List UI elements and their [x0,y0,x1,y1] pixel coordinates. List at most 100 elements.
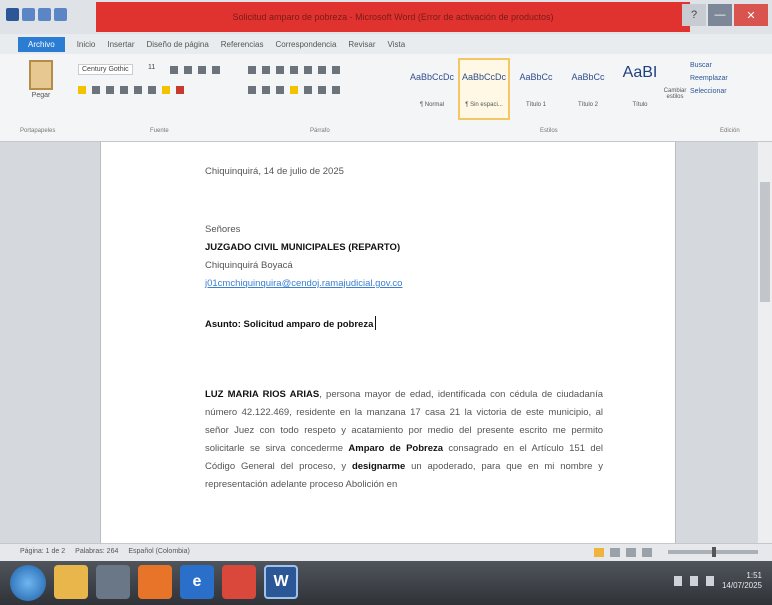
clock-time: 1:51 [746,571,762,580]
shading-icon[interactable] [318,86,326,94]
styles-gallery: AaBbCcDc ¶ Normal AaBbCcDc ¶ Sin espaci.… [408,58,676,122]
group-label-clipboard: Portapapeles [20,128,56,134]
subscript-icon[interactable] [134,86,142,94]
zoom-slider[interactable] [668,547,758,557]
tab-references[interactable]: Referencias [221,40,264,49]
firefox-icon[interactable] [138,565,172,599]
internet-explorer-icon[interactable]: e [180,565,214,599]
highlight-icon[interactable] [162,86,170,94]
align-center-icon[interactable] [262,86,270,94]
recipient-email-link[interactable]: j01cmchiquinquira@cendoj.ramajudicial.go… [205,278,402,289]
scrollbar-thumb[interactable] [760,182,770,302]
clock-date: 14/07/2025 [721,581,762,590]
media-player-icon[interactable] [96,565,130,599]
style-name: Título [632,102,648,108]
align-left-icon[interactable] [248,86,256,94]
align-right-icon[interactable] [276,86,284,94]
line-spacing-icon[interactable] [304,86,312,94]
word-count[interactable]: Palabras: 264 [75,548,118,555]
bold-icon[interactable] [78,86,86,94]
show-marks-icon[interactable] [332,66,340,74]
battery-icon[interactable] [705,576,714,586]
group-label-editing: Edición [720,128,740,134]
find-button[interactable]: Buscar [690,62,766,69]
vertical-scrollbar[interactable] [758,142,772,543]
paragraph-tools-row-2 [248,86,340,94]
language-indicator[interactable]: Español (Colombia) [128,548,189,555]
quick-access-toolbar [6,8,67,21]
replace-button[interactable]: Reemplazar [690,75,766,82]
style-no-spacing[interactable]: AaBbCcDc ¶ Sin espaci... [458,58,510,120]
taskbar: e W 1:51 14/07/2025 [0,561,772,605]
file-explorer-icon[interactable] [54,565,88,599]
font-name-select[interactable]: Century Gothic [78,64,133,75]
page-count[interactable]: Página: 1 de 2 [20,548,65,555]
tab-file[interactable]: Archivo [18,36,65,52]
web-layout-icon[interactable] [626,548,636,557]
tab-page-layout[interactable]: Diseño de página [147,40,209,49]
zoom-slider-handle[interactable] [712,547,716,557]
tab-mailings[interactable]: Correspondencia [275,40,336,49]
save-icon[interactable] [22,8,35,21]
paste-label: Pegar [31,92,51,99]
style-name: Título 2 [577,102,598,108]
full-screen-icon[interactable] [610,548,620,557]
clock[interactable]: 1:51 14/07/2025 [722,571,762,591]
style-title[interactable]: AaBI Título [616,60,664,118]
font-size-select[interactable]: 11 [148,64,155,71]
change-styles-button[interactable]: Cambiar estilos [660,88,690,100]
change-case-icon[interactable] [198,66,206,74]
draft-icon[interactable] [642,548,652,557]
start-button[interactable] [10,565,46,601]
word-taskbar-icon[interactable]: W [264,565,298,599]
strikethrough-icon[interactable] [120,86,128,94]
redo-icon[interactable] [54,8,67,21]
shrink-font-icon[interactable] [184,66,192,74]
close-button[interactable]: ✕ [734,4,768,26]
body-bold-1: Amparo de Pobreza [348,443,444,454]
decrease-indent-icon[interactable] [290,66,298,74]
select-button[interactable]: Seleccionar [690,88,766,95]
window-controls: ? — ✕ [682,4,768,26]
tab-insert[interactable]: Insertar [107,40,134,49]
borders-icon[interactable] [332,86,340,94]
style-name: ¶ Sin espaci... [465,102,503,108]
clipboard-icon [29,60,53,90]
style-normal[interactable]: AaBbCcDc ¶ Normal [408,60,456,118]
sort-icon[interactable] [318,66,326,74]
numbering-icon[interactable] [262,66,270,74]
network-icon[interactable] [673,576,682,586]
tab-review[interactable]: Revisar [348,40,375,49]
grow-font-icon[interactable] [170,66,178,74]
undo-icon[interactable] [38,8,51,21]
recipient: JUZGADO CIVIL MUNICIPALES (REPARTO) [205,242,401,253]
style-sample: AaBbCcDc [409,72,454,82]
tab-view[interactable]: Vista [388,40,406,49]
minimize-button[interactable]: — [708,4,732,26]
paste-button[interactable]: Pegar [24,60,58,110]
bullets-icon[interactable] [248,66,256,74]
help-button[interactable]: ? [682,4,706,26]
chrome-icon[interactable] [222,565,256,599]
justify-icon[interactable] [290,86,298,94]
underline-icon[interactable] [106,86,114,94]
volume-icon[interactable] [689,576,698,586]
style-sample: AaBI [622,64,658,81]
system-tray: 1:51 14/07/2025 [673,571,762,591]
font-tools-row-1 [170,66,220,74]
italic-icon[interactable] [92,86,100,94]
style-name: ¶ Normal [419,102,445,108]
clear-format-icon[interactable] [212,66,220,74]
increase-indent-icon[interactable] [304,66,312,74]
multilevel-list-icon[interactable] [276,66,284,74]
status-bar: Página: 1 de 2 Palabras: 264 Español (Co… [0,543,772,561]
document-page[interactable]: Chiquinquirá, 14 de julio de 2025 Señore… [100,142,676,543]
style-heading-1[interactable]: AaBbCc Título 1 [512,60,560,118]
window-title: Solicitud amparo de pobreza - Microsoft … [96,2,690,32]
tab-home[interactable]: Inicio [77,40,96,49]
text-cursor [375,316,377,330]
superscript-icon[interactable] [148,86,156,94]
print-layout-icon[interactable] [594,548,604,557]
style-heading-2[interactable]: AaBbCc Título 2 [564,60,612,118]
font-color-icon[interactable] [176,86,184,94]
